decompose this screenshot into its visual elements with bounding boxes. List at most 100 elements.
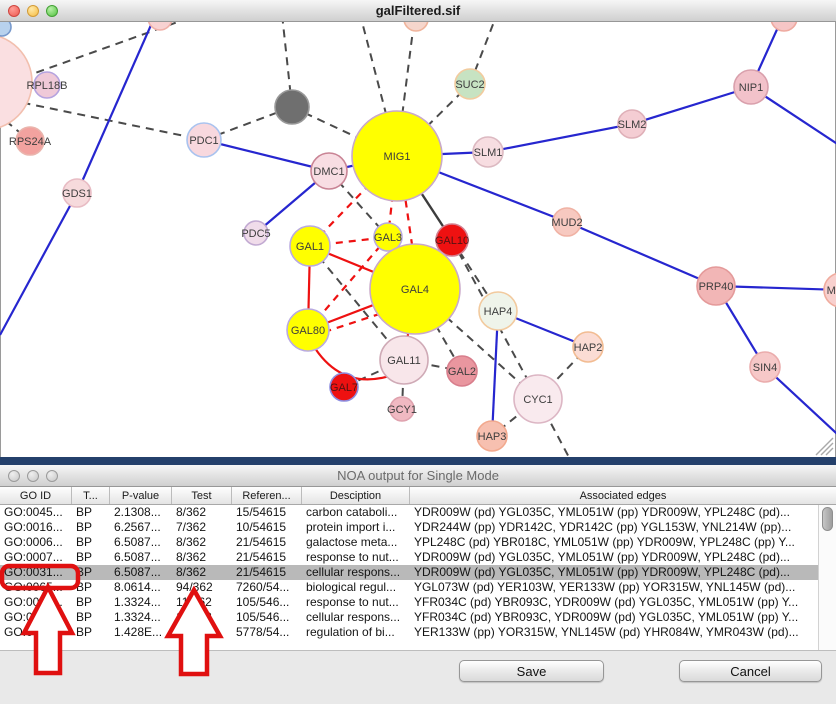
graph-edge <box>632 87 751 124</box>
cell-go-id: GO:0050... <box>0 625 72 640</box>
close-button[interactable] <box>8 470 20 482</box>
graph-edge <box>488 124 632 152</box>
cell-go-id: GO:0065... <box>0 580 72 595</box>
cell-type: BP <box>72 565 110 580</box>
graph-edge <box>204 140 329 171</box>
graph-node-label: HAP2 <box>574 342 603 354</box>
cell-reference: 15/54615 <box>232 505 302 520</box>
graph-node-label: SUC2 <box>455 79 484 91</box>
graph-node-label: PDC1 <box>189 135 218 147</box>
cell-go-id: GO:0016... <box>0 520 72 535</box>
table-row[interactable]: GO:0006...BP6.5087...8/36221/54615galact… <box>0 535 836 550</box>
graph-edge <box>0 193 77 335</box>
cell-p-value: 8.0614... <box>110 580 172 595</box>
graph-node-partial-top-1[interactable] <box>148 22 172 30</box>
column-header-reference[interactable]: Referen... <box>232 487 302 504</box>
table-header: GO IDT...P-valueTestReferen...Desciption… <box>0 487 836 505</box>
cell-reference: 21/54615 <box>232 565 302 580</box>
zoom-button[interactable] <box>46 470 58 482</box>
graph-node-label: PDC5 <box>241 228 270 240</box>
cell-test: 80/362 <box>172 625 232 640</box>
graph-node-label: SLM1 <box>474 147 503 159</box>
column-header-type[interactable]: T... <box>72 487 110 504</box>
cell-type: BP <box>72 550 110 565</box>
cell-go-id: GO:0006... <box>0 535 72 550</box>
table-row[interactable]: GO:0031...BP6.5087...8/36221/54615cellul… <box>0 565 836 580</box>
graph-node-unlabeled-corner[interactable] <box>0 22 11 36</box>
graph-node-partial-top-3[interactable] <box>771 22 797 31</box>
cell-description: protein import i... <box>302 520 410 535</box>
graph-node-label: GAL7 <box>330 382 358 394</box>
graph-node-label: SLM2 <box>618 119 647 131</box>
minimize-button[interactable] <box>27 470 39 482</box>
graph-edge <box>567 222 716 286</box>
cell-test: 8/362 <box>172 565 232 580</box>
cell-description: response to nut... <box>302 550 410 565</box>
cell-go-id: GO:0031... <box>0 595 72 610</box>
graph-edge <box>10 22 200 82</box>
graph-node-label: HAP3 <box>478 431 507 443</box>
graph-node-label: GAL80 <box>291 325 325 337</box>
scrollbar-thumb[interactable] <box>822 507 833 531</box>
cell-reference: 21/54615 <box>232 535 302 550</box>
cell-go-id: GO:0007... <box>0 550 72 565</box>
table-row[interactable]: GO:0007...BP6.5087...8/36221/54615respon… <box>0 550 836 565</box>
column-header-associated-edges[interactable]: Associated edges <box>410 487 836 504</box>
table-row[interactable]: GO:0016...BP6.2567...7/36210/54615protei… <box>0 520 836 535</box>
minimize-button[interactable] <box>27 5 39 17</box>
window-bottom-edge <box>0 457 836 465</box>
graph-node-partial-top-2[interactable] <box>404 22 428 31</box>
graph-node-label: MSL1 <box>827 285 836 297</box>
cell-description: cellular respons... <box>302 565 410 580</box>
cell-p-value: 6.5087... <box>110 550 172 565</box>
cell-go-id: GO:0031... <box>0 565 72 580</box>
column-header-description[interactable]: Desciption <box>302 487 410 504</box>
graph-node-label: GAL2 <box>448 366 476 378</box>
network-canvas[interactable]: RPL18BRPS24AGDS1PDC1DMC1MIG1SUC2SLM1SLM2… <box>0 22 836 457</box>
graph-node-unlabeled-gray[interactable] <box>275 90 309 124</box>
cell-p-value: 6.5087... <box>110 565 172 580</box>
cell-type: BP <box>72 580 110 595</box>
column-header-go-id[interactable]: GO ID <box>0 487 72 504</box>
cell-p-value: 6.5087... <box>110 535 172 550</box>
table-row[interactable]: GO:0031...BP1.3324...11/362105/546...res… <box>0 595 836 610</box>
vertical-scrollbar[interactable] <box>818 505 836 650</box>
cell-description: biological regul... <box>302 580 410 595</box>
cell-test: 7/362 <box>172 520 232 535</box>
cell-test: 8/362 <box>172 550 232 565</box>
graph-node-label: GAL4 <box>401 284 429 296</box>
noa-output-window: NOA output for Single Mode GO IDT...P-va… <box>0 465 836 704</box>
cell-associated-edges: YER133W (pp) YOR315W, YNL145W (pd) YHR08… <box>410 625 836 640</box>
cell-reference: 5778/54... <box>232 625 302 640</box>
cell-test: 8/362 <box>172 535 232 550</box>
cell-associated-edges: YPL248C (pd) YBR018C, YML051W (pp) YDR00… <box>410 535 836 550</box>
graph-node-label: CYC1 <box>523 394 552 406</box>
cell-test: 11/362 <box>172 595 232 610</box>
save-button[interactable]: Save <box>459 660 604 682</box>
graph-node-label: GAL11 <box>387 355 420 367</box>
table-row[interactable]: GO:0065...BP8.0614...94/3627260/54...bio… <box>0 580 836 595</box>
graph-node-label: GAL10 <box>435 235 469 247</box>
cell-go-id: GO:0031... <box>0 610 72 625</box>
cell-type: BP <box>72 505 110 520</box>
table-row[interactable]: GO:0031...BP1.3324...11/362105/546...cel… <box>0 610 836 625</box>
cell-type: BP <box>72 625 110 640</box>
cell-test: 11/362 <box>172 610 232 625</box>
cell-reference: 10/54615 <box>232 520 302 535</box>
cell-description: galactose meta... <box>302 535 410 550</box>
table-row[interactable]: GO:0050...BP1.428E...80/3625778/54...reg… <box>0 625 836 640</box>
graph-node-label: GCY1 <box>387 404 417 416</box>
graph-node-label: MIG1 <box>384 151 411 163</box>
column-header-test[interactable]: Test <box>172 487 232 504</box>
graph-node-label: NIP1 <box>739 82 763 94</box>
cell-reference: 7260/54... <box>232 580 302 595</box>
column-header-p-value[interactable]: P-value <box>110 487 172 504</box>
zoom-button[interactable] <box>46 5 58 17</box>
cancel-button[interactable]: Cancel <box>679 660 822 682</box>
graph-node-label: RPS24A <box>9 136 52 148</box>
table-row[interactable]: GO:0045...BP2.1308...8/36215/54615carbon… <box>0 505 836 520</box>
cell-p-value: 6.2567... <box>110 520 172 535</box>
close-button[interactable] <box>8 5 20 17</box>
cell-reference: 105/546... <box>232 610 302 625</box>
graph-edge <box>77 22 155 193</box>
